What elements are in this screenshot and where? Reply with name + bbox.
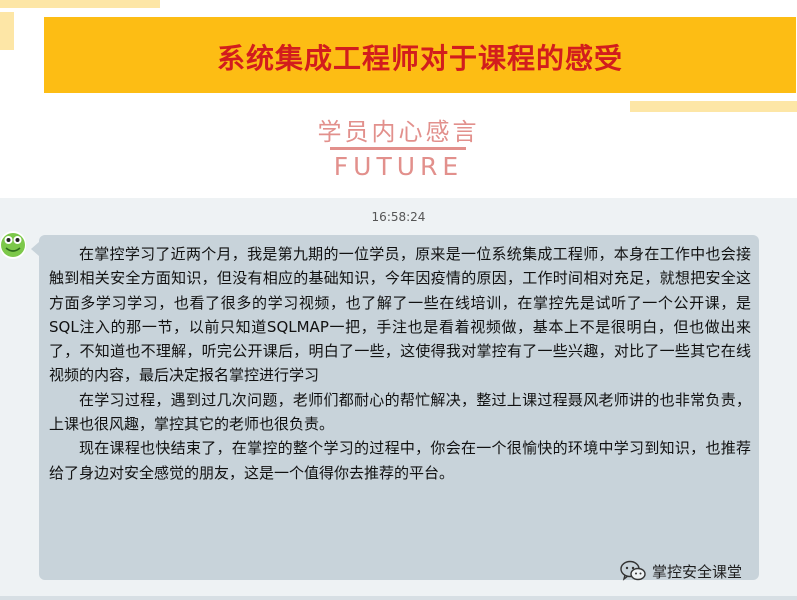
message-timestamp: 16:58:24 [371, 210, 426, 224]
section-subtitle: 学员内心感言 [317, 118, 480, 146]
page-title: 系统集成工程师对于课程的感受 [216, 42, 623, 75]
watermark: 掌控安全课堂 [620, 558, 742, 584]
message-bubble[interactable]: 在掌控学习了近两个月，我是第九期的一位学员，原来是一位系统集成工程师，本身在工作… [39, 235, 759, 580]
avatar[interactable] [0, 231, 26, 259]
section-subtitle-en: FUTURE [333, 152, 464, 181]
message-paragraph: 在学习过程，遇到过几次问题，老师们都耐心的帮忙解决，整过上课过程聂风老师讲的也非… [49, 390, 751, 434]
chat-screenshot: 16:58:24 在掌控学习了近两个月，我是第九期的一位学员，原来是一位系统集成… [0, 198, 797, 600]
title-banner: 系统集成工程师对于课程的感受 [44, 17, 796, 93]
decor-stripe-left [0, 12, 14, 50]
message-paragraph: 在掌控学习了近两个月，我是第九期的一位学员，原来是一位系统集成工程师，本身在工作… [49, 245, 751, 385]
decor-stripe-right [630, 101, 797, 112]
message-content: 在掌控学习了近两个月，我是第九期的一位学员，原来是一位系统集成工程师，本身在工作… [49, 242, 751, 485]
subtitle-divider [330, 147, 466, 150]
frog-avatar-icon [1, 233, 25, 257]
watermark-text: 掌控安全课堂 [652, 562, 743, 581]
decor-stripe-top [0, 0, 160, 8]
wechat-icon [620, 560, 646, 581]
bottom-divider [0, 596, 797, 600]
bubble-tail [31, 242, 39, 256]
message-paragraph: 现在课程也快结束了，在掌控的整个学习的过程中，你会在一个很愉快的环境中学习到知识… [49, 439, 751, 482]
